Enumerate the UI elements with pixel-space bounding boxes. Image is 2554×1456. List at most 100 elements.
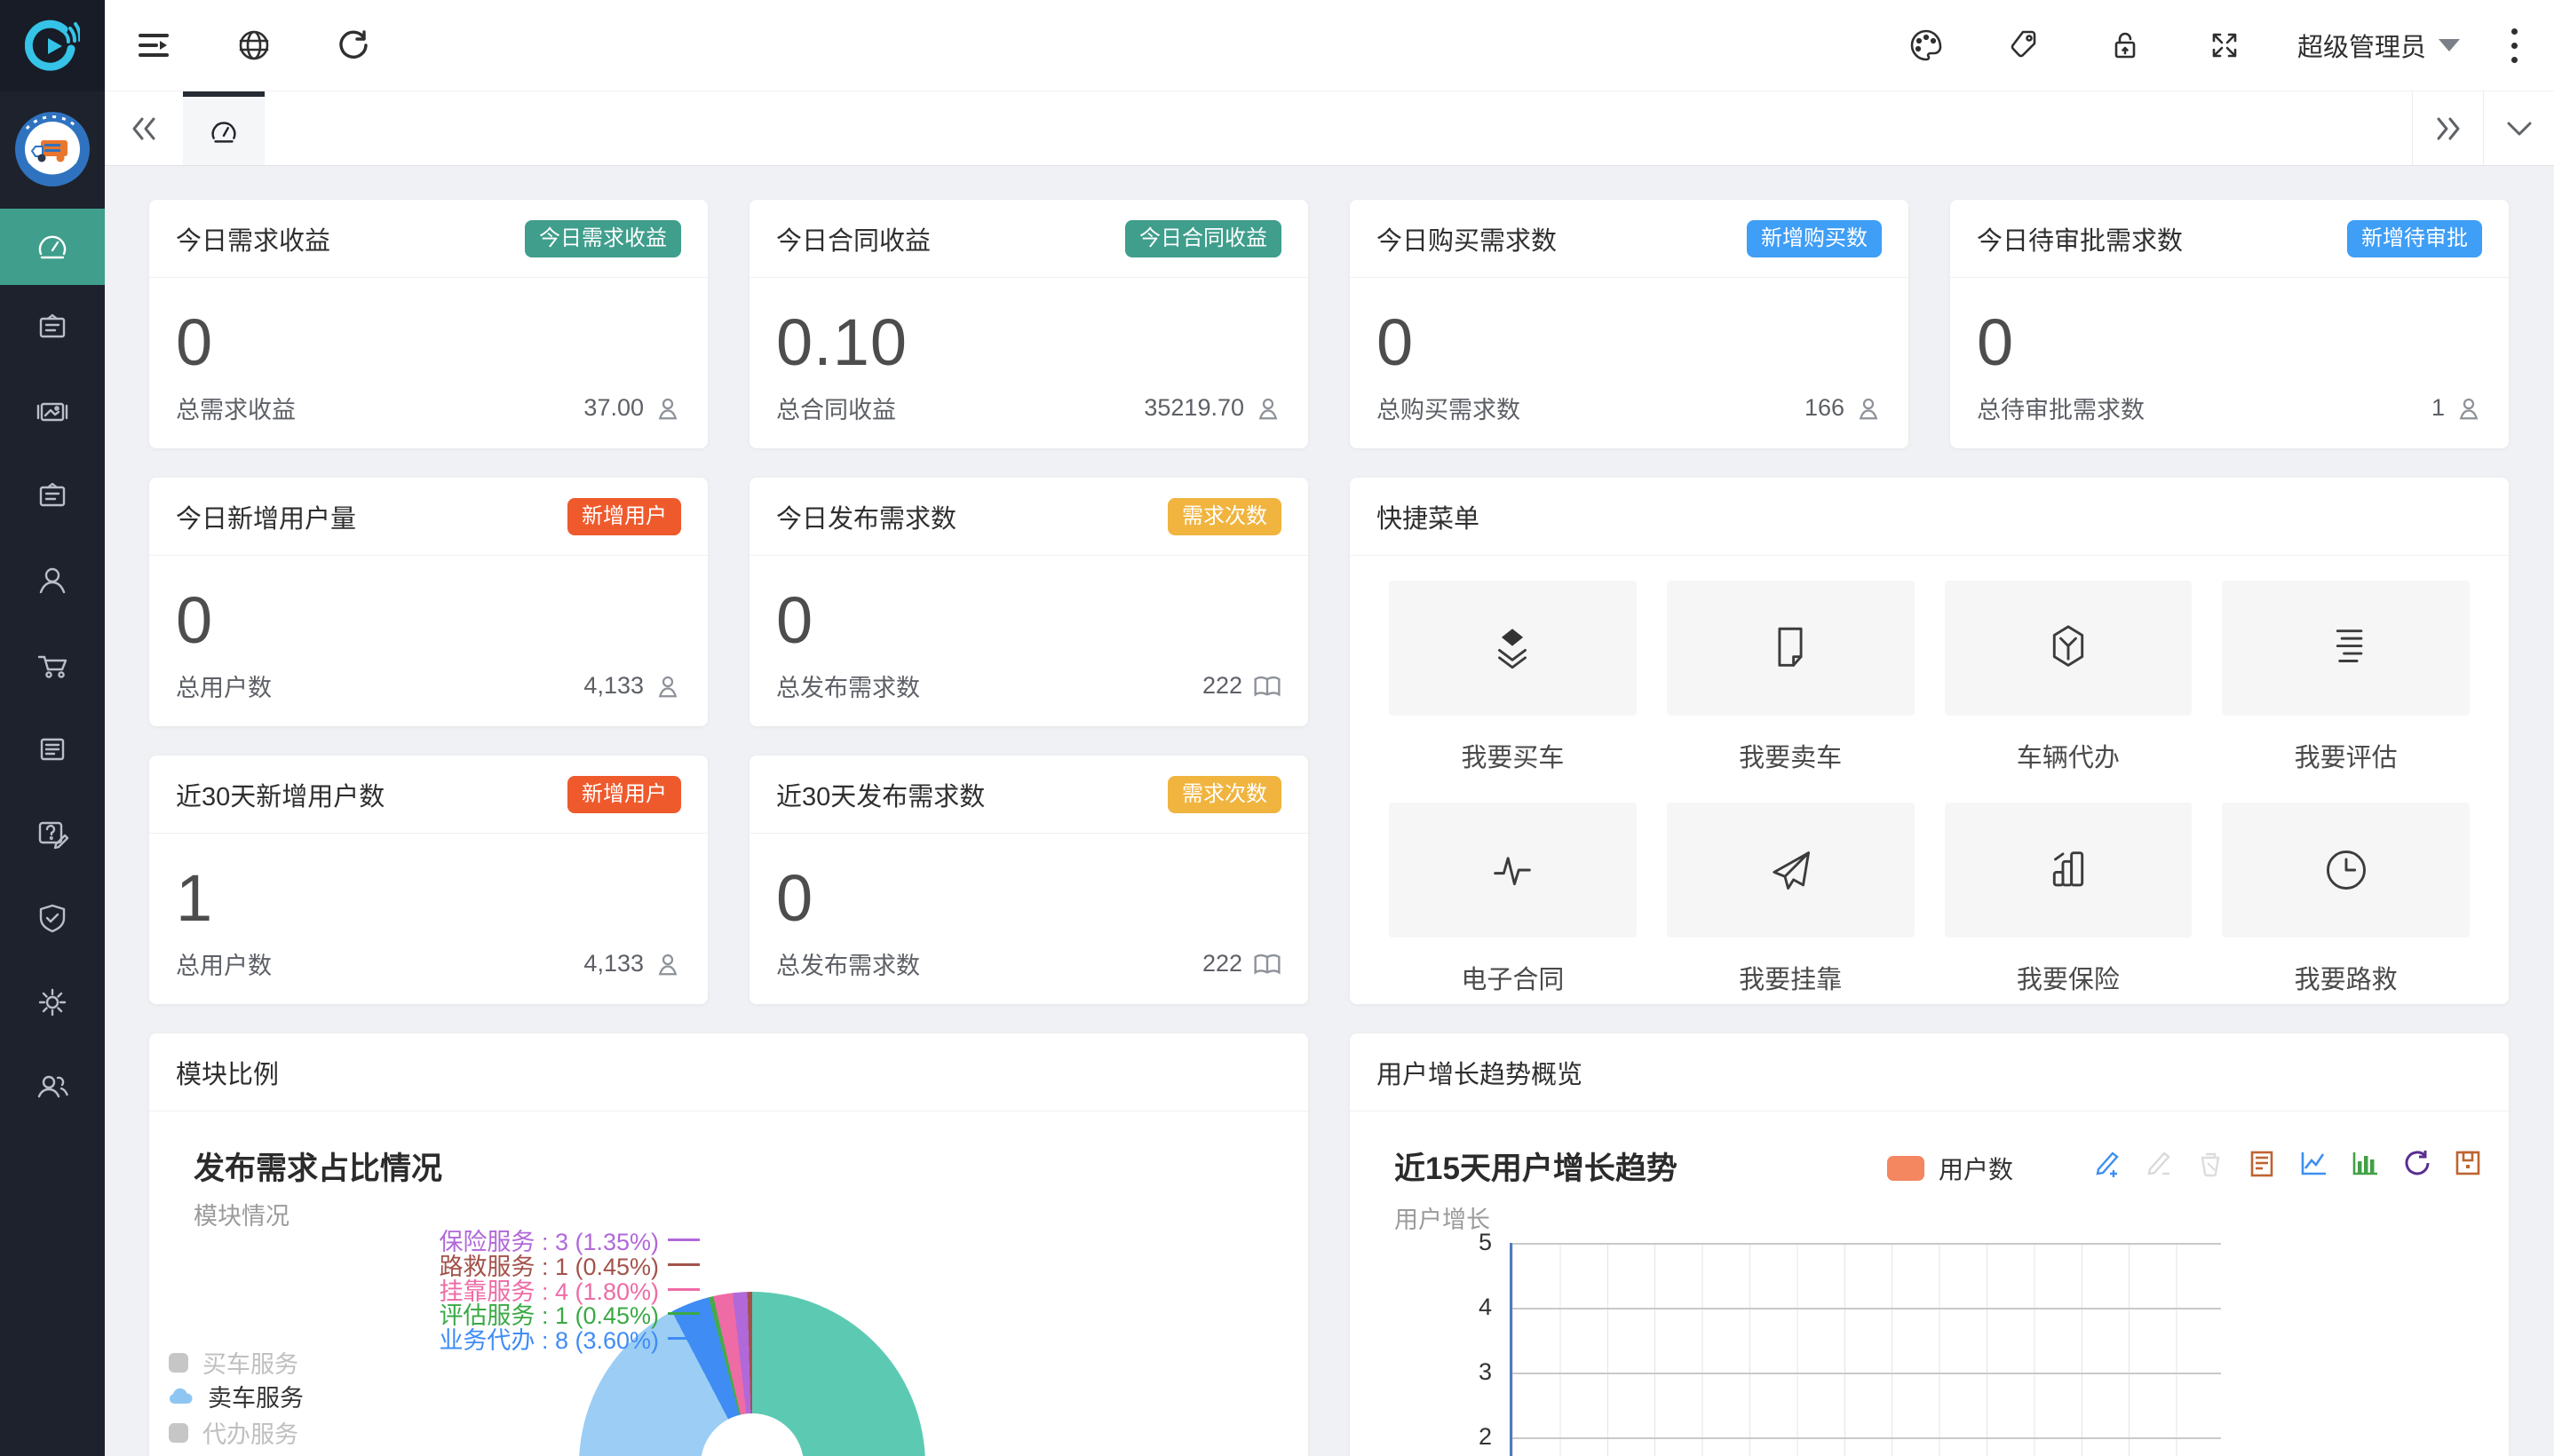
legend-item-evaluate-service[interactable]: 评估服务 [169,1449,298,1456]
card-title: 今日购买需求数 [1376,220,1557,257]
tab-dashboard[interactable] [183,91,265,165]
buildings-icon [2042,844,2094,896]
line-chart-title: 近15天用户增长趋势 [1394,1143,1678,1189]
user-dropdown[interactable]: 超级管理员 [2274,27,2483,64]
quick-menu-label: 我要保险 [1945,959,2193,996]
pie-chart-title: 发布需求占比情况 [194,1143,442,1189]
tabs-scroll-left-button[interactable] [105,91,183,165]
legend-item-agency-service[interactable]: 代办服务 [169,1415,298,1450]
card-title: 近30天发布需求数 [776,776,985,813]
tab-bar [105,91,2554,166]
save-image-icon[interactable] [2452,1147,2484,1179]
clipboard-icon [36,480,68,512]
sidebar-item-dashboard[interactable] [0,209,105,285]
quick-menu-insurance[interactable]: 我要保险 [1945,803,2193,1004]
sidebar-item-user[interactable] [0,538,105,622]
stack-layers-icon [1487,622,1538,674]
sidebar-item-settings[interactable] [0,960,105,1044]
card-title: 快捷菜单 [1376,498,1479,535]
tabs-menu-button[interactable] [2483,91,2554,165]
sidebar-item-cart[interactable] [0,622,105,707]
more-options-button[interactable] [2483,28,2554,63]
stat-card-demands-today: 今日发布需求数 需求次数 0 总发布需求数 222 [750,478,1308,726]
quick-menu-evaluate[interactable]: 我要评估 [2222,581,2470,790]
main-content: 今日需求收益 今日需求收益 0 总需求收益 37.00 今日合同收益 今日合同收… [105,166,2554,1456]
sidebar-item-clipboard[interactable] [0,285,105,369]
tabs-scroll-right-button[interactable] [2412,91,2483,165]
shield-check-icon [36,902,68,934]
card-title: 今日新增用户量 [176,498,356,535]
clear-icon[interactable] [2194,1147,2226,1179]
stat-footer-label: 总用户数 [176,669,272,703]
legend-marker [1887,1156,1924,1181]
sidebar-item-clipboard-2[interactable] [0,454,105,538]
cloud-marker-icon [169,1388,194,1405]
restore-icon[interactable] [2400,1147,2432,1179]
refresh-button[interactable] [304,0,403,91]
question-edit-icon [36,818,69,850]
collapse-menu-button[interactable] [105,0,204,91]
status-badge: 需求次数 [1168,776,1281,813]
status-badge: 新增购买数 [1747,220,1882,257]
stat-card-new-users-30d: 近30天新增用户数 新增用户 1 总用户数 4,133 [149,756,708,1004]
y-axis-tick: 4 [1439,1294,1492,1321]
user-icon [1255,395,1281,422]
quick-menu-label: 我要买车 [1389,737,1637,774]
pie-chart: 发布需求占比情况 模块情况 保险服务 : 3 (1.35%) 路救服务 : 1 … [149,1112,1308,1456]
stat-value: 1 [176,860,681,936]
sidebar-item-help-edit[interactable] [0,791,105,875]
edit-add-icon[interactable] [2091,1147,2123,1179]
stat-footer-label: 总发布需求数 [776,946,920,981]
sidebar-item-document[interactable] [0,707,105,791]
company-round-logo [14,111,91,187]
quick-menu-sell-car[interactable]: 我要卖车 [1667,581,1915,790]
card-title: 今日合同收益 [776,220,931,257]
lock-screen-button[interactable] [2075,0,2175,91]
sidebar-item-shield[interactable] [0,875,105,960]
sidebar-item-banner[interactable] [0,369,105,454]
quick-menu-affiliation[interactable]: 我要挂靠 [1667,803,1915,1004]
quick-menu-e-contract[interactable]: 电子合同 [1389,803,1637,1004]
card-title: 今日需求收益 [176,220,330,257]
sidebar-item-users-group[interactable] [0,1044,105,1128]
stat-value: 0 [1376,305,1882,380]
brand-mark-icon [25,19,80,74]
dashboard-icon [208,115,240,147]
tag-button[interactable] [1976,0,2075,91]
quick-menu-label: 我要卖车 [1667,737,1915,774]
theme-button[interactable] [1876,0,1976,91]
status-badge: 今日合同收益 [1125,220,1281,257]
clock-icon [2320,844,2372,896]
legend-item-buy-service[interactable]: 买车服务 [169,1345,298,1380]
series-legend-users[interactable]: 用户数 [1887,1151,2013,1186]
clipboard-icon [36,312,68,344]
palette-icon [1908,28,1944,62]
stat-footer-value: 35219.70 [1144,394,1244,422]
line-chart-icon[interactable] [2297,1147,2329,1179]
dashboard-icon [36,230,69,264]
card-title: 用户增长趋势概览 [1376,1054,1582,1091]
quick-menu-road-rescue[interactable]: 我要路救 [2222,803,2470,1004]
chart-plot-area[interactable] [1510,1243,2221,1456]
language-button[interactable] [204,0,304,91]
data-view-icon[interactable] [2246,1147,2278,1179]
bar-chart-icon[interactable] [2349,1147,2381,1179]
user-icon [654,395,681,422]
quick-menu-vehicle-agency[interactable]: 车辆代办 [1945,581,2193,790]
quick-menu-buy-car[interactable]: 我要买车 [1389,581,1637,790]
fullscreen-button[interactable] [2175,0,2274,91]
app-logo[interactable] [0,0,105,91]
caret-down-icon [2439,39,2460,51]
stat-footer-value: 37.00 [583,394,644,422]
quick-menu-label: 电子合同 [1389,959,1637,996]
chart-toolbox [2091,1147,2484,1179]
quick-menu-label: 我要路救 [2222,959,2470,996]
fullscreen-icon [2209,29,2241,61]
edit-remove-icon[interactable] [2143,1147,2175,1179]
gear-icon [36,985,69,1019]
user-icon [2455,395,2482,422]
card-title: 近30天新增用户数 [176,776,385,813]
legend-item-sell-service[interactable]: 卖车服务 [169,1379,304,1413]
stat-footer-label: 总发布需求数 [776,669,920,703]
banner-image-icon [36,396,69,428]
